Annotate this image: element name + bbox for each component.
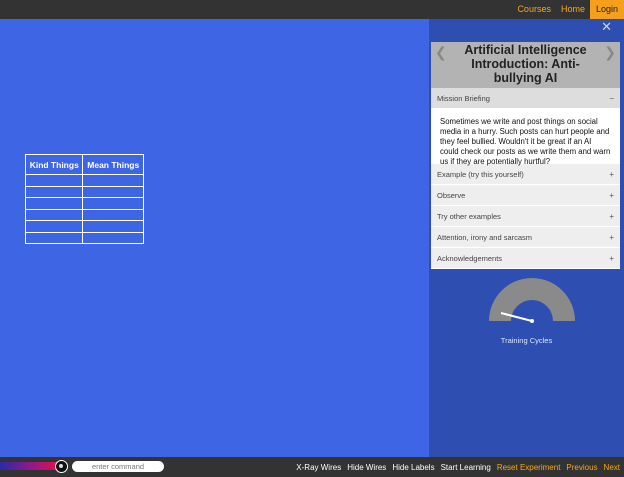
collapse-icon: −: [609, 93, 614, 103]
kind-cell: [24, 174, 84, 187]
expand-icon: +: [609, 190, 614, 200]
hide-wires-button[interactable]: Hide Wires: [347, 463, 386, 472]
section-label: Try other examples: [437, 211, 501, 221]
mean-cell: [82, 197, 144, 210]
section-mission-briefing[interactable]: Mission Briefing −: [431, 88, 620, 109]
section-label: Observe: [437, 190, 466, 200]
mean-cell: [82, 231, 144, 244]
section-observe[interactable]: Observe +: [431, 185, 620, 206]
expand-icon: +: [609, 169, 614, 179]
xray-wires-button[interactable]: X-Ray Wires: [296, 463, 341, 472]
mean-things-header: Mean Things: [82, 154, 144, 175]
bottom-toolbar: X-Ray Wires Hide Wires Hide Labels Start…: [0, 457, 624, 477]
section-try-other-examples[interactable]: Try other examples +: [431, 206, 620, 227]
mean-cell: [82, 185, 144, 198]
gauge-arc: [489, 278, 575, 321]
table-row: [24, 231, 144, 244]
table-row: [24, 185, 144, 198]
mission-panel: ❮ Artificial Intelligence Introduction: …: [431, 42, 620, 269]
expand-icon: +: [609, 253, 614, 263]
gauge-pivot: [530, 319, 534, 323]
section-example[interactable]: Example (try this yourself) +: [431, 164, 620, 185]
panel-title: Artificial Intelligence Introduction: An…: [464, 43, 587, 85]
table-row: [24, 174, 144, 187]
training-cycles-gauge: [489, 278, 575, 323]
section-acknowledgements[interactable]: Acknowledgements +: [431, 248, 620, 269]
mean-cell: [82, 220, 144, 233]
top-nav: Courses Home Login: [512, 0, 624, 19]
kind-cell: [24, 185, 84, 198]
color-gradient-slider[interactable]: [0, 462, 58, 470]
login-button[interactable]: Login: [589, 0, 624, 19]
section-attention-irony-sarcasm[interactable]: Attention, irony and sarcasm +: [431, 227, 620, 248]
bottom-links: X-Ray Wires Hide Wires Hide Labels Start…: [290, 457, 620, 477]
courses-link[interactable]: Courses: [512, 0, 556, 19]
kind-cell: [24, 208, 84, 221]
panel-header: ❮ Artificial Intelligence Introduction: …: [431, 42, 620, 88]
kind-cell: [24, 220, 84, 233]
next-button[interactable]: Next: [604, 463, 620, 472]
top-nav-bar: Courses Home Login: [0, 0, 624, 19]
table-header-row: Kind Things Mean Things: [24, 154, 144, 175]
palette-icon[interactable]: [55, 460, 68, 473]
section-label: Mission Briefing: [437, 93, 490, 103]
start-learning-button[interactable]: Start Learning: [441, 463, 491, 472]
expand-icon: +: [609, 232, 614, 242]
mean-cell: [82, 208, 144, 221]
kind-mean-table: Kind Things Mean Things: [24, 154, 144, 244]
table-row: [24, 220, 144, 233]
close-icon[interactable]: ✕: [601, 20, 612, 34]
section-label: Attention, irony and sarcasm: [437, 232, 533, 242]
kind-things-header: Kind Things: [24, 154, 84, 175]
kind-cell: [24, 231, 84, 244]
section-label: Acknowledgements: [437, 253, 503, 263]
mission-sidebar: ✕ ❮ Artificial Intelligence Introduction…: [429, 19, 624, 457]
section-label: Example (try this yourself): [437, 169, 524, 179]
mission-briefing-text: Sometimes we write and post things on so…: [431, 109, 620, 166]
hide-labels-button[interactable]: Hide Labels: [392, 463, 434, 472]
previous-button[interactable]: Previous: [566, 463, 597, 472]
kind-cell: [24, 197, 84, 210]
expand-icon: +: [609, 211, 614, 221]
chevron-left-icon[interactable]: ❮: [435, 44, 447, 61]
mean-cell: [82, 174, 144, 187]
chevron-right-icon[interactable]: ❯: [604, 44, 616, 61]
home-link[interactable]: Home: [556, 0, 590, 19]
training-cycles-label: Training Cycles: [500, 336, 553, 345]
reset-experiment-button[interactable]: Reset Experiment: [497, 463, 561, 472]
table-row: [24, 208, 144, 221]
command-input[interactable]: [72, 461, 164, 472]
table-row: [24, 197, 144, 210]
